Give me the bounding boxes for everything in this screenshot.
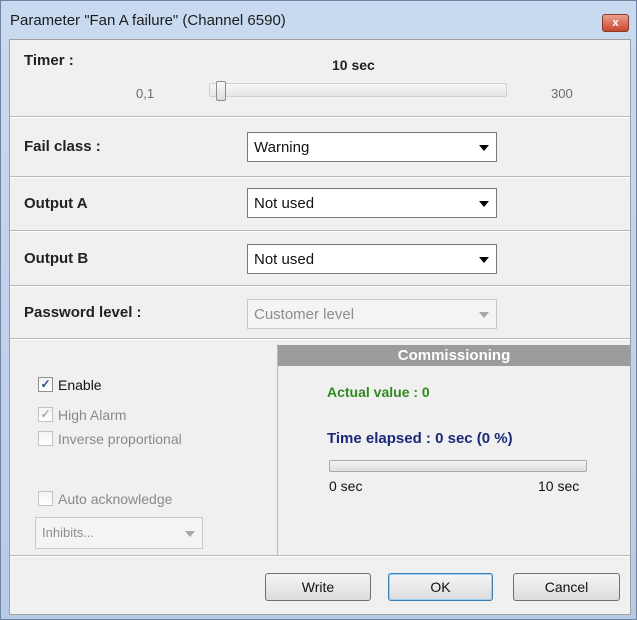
enable-label[interactable]: Enable <box>58 377 102 393</box>
output-a-select[interactable]: Not used <box>247 188 497 218</box>
separator <box>10 176 630 178</box>
progress-min-label: 0 sec <box>329 478 363 494</box>
write-button[interactable]: Write <box>265 573 371 601</box>
timer-slider-track[interactable] <box>209 83 507 97</box>
inhibits-value: Inhibits... <box>42 525 95 540</box>
separator <box>10 555 630 557</box>
password-level-label: Password level : <box>24 304 142 321</box>
chevron-down-icon <box>479 145 489 151</box>
output-a-label: Output A <box>24 195 88 212</box>
password-level-select[interactable]: Customer level <box>247 299 497 329</box>
timer-value: 10 sec <box>332 57 375 73</box>
separator <box>10 116 630 118</box>
high-alarm-label[interactable]: High Alarm <box>58 407 126 423</box>
output-a-value: Not used <box>254 195 315 212</box>
timer-max-label: 300 <box>551 86 573 101</box>
timer-min-label: 0,1 <box>136 86 155 101</box>
password-level-value: Customer level <box>254 306 355 323</box>
fail-class-value: Warning <box>254 139 310 156</box>
separator <box>10 230 630 232</box>
inverse-proportional-label[interactable]: Inverse proportional <box>58 431 182 447</box>
actual-value-text: Actual value : 0 <box>327 384 430 400</box>
chevron-down-icon <box>479 312 489 318</box>
commissioning-header: Commissioning <box>278 345 630 366</box>
check-icon: ✓ <box>40 407 51 421</box>
enable-checkbox[interactable]: ✓ <box>38 377 53 392</box>
dialog-client-area: Timer : 10 sec 0,1 300 Fail class : Warn… <box>9 39 631 615</box>
close-button[interactable]: x <box>602 14 629 32</box>
timer-slider-thumb[interactable] <box>216 81 226 101</box>
fail-class-select[interactable]: Warning <box>247 132 497 162</box>
cancel-button[interactable]: Cancel <box>513 573 620 601</box>
chevron-down-icon <box>479 201 489 207</box>
time-elapsed-text: Time elapsed : 0 sec (0 %) <box>327 430 513 447</box>
chevron-down-icon <box>479 257 489 263</box>
auto-acknowledge-label[interactable]: Auto acknowledge <box>58 491 172 507</box>
timer-label: Timer : <box>24 52 74 69</box>
check-icon: ✓ <box>40 377 51 391</box>
chevron-down-icon <box>185 531 195 537</box>
progress-max-label: 10 sec <box>538 478 580 494</box>
output-b-value: Not used <box>254 251 315 268</box>
output-b-label: Output B <box>24 250 89 267</box>
time-elapsed-progress-bar <box>329 460 587 472</box>
high-alarm-checkbox[interactable]: ✓ <box>38 407 53 422</box>
inhibits-select[interactable]: Inhibits... <box>35 517 203 549</box>
output-b-select[interactable]: Not used <box>247 244 497 274</box>
window-title: Parameter "Fan A failure" (Channel 6590) <box>10 12 286 29</box>
separator <box>10 338 630 340</box>
fail-class-label: Fail class : <box>24 138 101 155</box>
auto-acknowledge-checkbox[interactable] <box>38 491 53 506</box>
ok-button[interactable]: OK <box>388 573 493 601</box>
inverse-proportional-checkbox[interactable] <box>38 431 53 446</box>
dialog-window: Parameter "Fan A failure" (Channel 6590)… <box>0 0 637 620</box>
close-icon: x <box>612 17 619 29</box>
title-bar[interactable]: Parameter "Fan A failure" (Channel 6590)… <box>1 1 637 39</box>
separator <box>10 285 630 287</box>
commissioning-panel <box>277 344 631 555</box>
